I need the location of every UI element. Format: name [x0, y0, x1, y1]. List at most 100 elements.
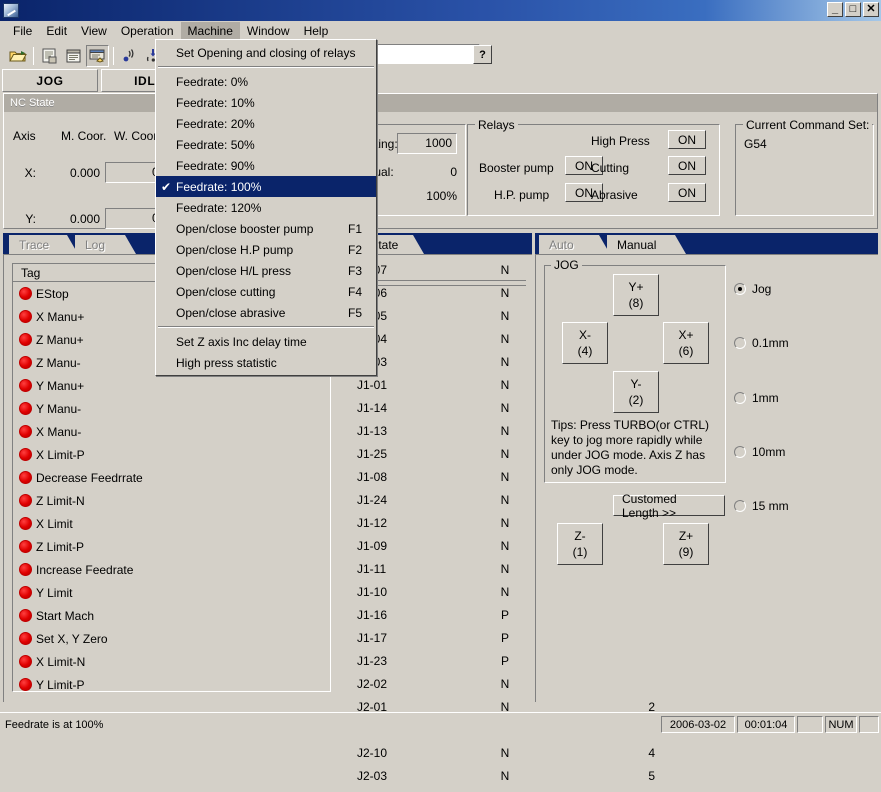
menu-item-open-close-h-p-pump[interactable]: Open/close H.P pump F2 [156, 239, 376, 260]
io-table-row[interactable]: J1-10N15 [335, 585, 655, 608]
menu-view[interactable]: View [74, 22, 114, 40]
tag-list-item[interactable]: X Limit [13, 512, 330, 535]
signal-out-icon[interactable] [118, 44, 141, 67]
io-table-row[interactable]: J2-03 N 5 [335, 769, 655, 792]
io-polarity: N [500, 424, 510, 438]
step-option-label: 0.1mm [752, 336, 789, 350]
tag-list-item[interactable]: Y Manu- [13, 397, 330, 420]
menu-item-feedrate-0[interactable]: Feedrate: 0% [156, 71, 376, 92]
step-option-10mm[interactable]: 10mm [734, 445, 785, 459]
open-folder-icon[interactable] [6, 44, 29, 67]
relay-label-cutting: Cutting [591, 161, 630, 175]
io-table-row[interactable]: J1-16P16 [335, 608, 655, 631]
tab-log[interactable]: Log [75, 235, 136, 254]
io-table-row[interactable]: J1-08N10 [335, 470, 655, 493]
io-table-row[interactable]: J1-25N9 [335, 447, 655, 470]
document-text-icon[interactable] [62, 44, 85, 67]
machine-menu-dropdown[interactable]: Set Opening and closing of relays Feedrat… [155, 39, 377, 376]
menu-item-open-close-booster-pump[interactable]: Open/close booster pump F1 [156, 218, 376, 239]
jog-axis-label: X+ [678, 328, 694, 342]
axis-label-y: Y: [25, 212, 36, 226]
jog-axis-label: Y- [630, 377, 642, 391]
menu-item-open-close-abrasive[interactable]: Open/close abrasive F5 [156, 302, 376, 323]
tag-list-item[interactable]: Increase Feedrate [13, 558, 330, 581]
menu-item-feedrate-50[interactable]: Feedrate: 50% [156, 134, 376, 155]
tag-list-item[interactable]: Z Limit-N [13, 489, 330, 512]
io-port: J1-14 [357, 401, 388, 415]
input-led-icon [19, 333, 32, 346]
io-table-row[interactable]: J2-02N1 [335, 677, 655, 700]
radio-indicator [734, 500, 746, 512]
menu-item-set-z-axis-inc-delay-time[interactable]: Set Z axis Inc delay time [156, 331, 376, 352]
tag-name: Y Manu+ [36, 378, 85, 393]
menu-item-high-press-statistic[interactable]: High press statistic [156, 352, 376, 373]
menu-help[interactable]: Help [297, 22, 336, 40]
step-option-jog[interactable]: Jog [734, 282, 771, 296]
jog-button-y-plus[interactable]: Y+ (8) [613, 274, 659, 316]
io-table-row[interactable]: J2-10 N 4 [335, 746, 655, 769]
tag-list-item[interactable]: Decrease Feedrrate [13, 466, 330, 489]
menu-item-feedrate-20[interactable]: Feedrate: 20% [156, 113, 376, 134]
relay-toggle-abrasive[interactable]: ON [668, 183, 706, 202]
menu-item-accelerator: F5 [347, 305, 362, 320]
io-table-row[interactable]: J1-23P19 [335, 654, 655, 677]
step-option-1mm[interactable]: 1mm [734, 391, 779, 405]
menu-item-open-close-cutting[interactable]: Open/close cutting F4 [156, 281, 376, 302]
customed-length-button[interactable]: Customed Length >> [613, 492, 725, 520]
document-properties-icon[interactable] [38, 44, 61, 67]
menu-operation[interactable]: Operation [114, 22, 181, 40]
menu-file[interactable]: File [6, 22, 39, 40]
tab-manual[interactable]: Manual [607, 235, 686, 254]
tab-trace[interactable]: Trace [9, 235, 78, 254]
tag-list-item[interactable]: Y Manu+ [13, 374, 330, 397]
edit-program-icon[interactable] [86, 44, 109, 67]
io-table-row[interactable]: J1-12N12 [335, 516, 655, 539]
relay-toggle-cutting[interactable]: ON [668, 156, 706, 175]
menu-edit[interactable]: Edit [39, 22, 74, 40]
step-option-0-1mm[interactable]: 0.1mm [734, 336, 789, 350]
tag-list-item[interactable]: Y Limit [13, 581, 330, 604]
jog-button-y-minus[interactable]: Y- (2) [613, 371, 659, 413]
tag-list-item[interactable]: X Limit-P [13, 443, 330, 466]
jog-button-x-minus[interactable]: X- (4) [562, 322, 608, 364]
minimize-button[interactable]: _ [827, 2, 843, 17]
relay-toggle-high-press[interactable]: ON [668, 130, 706, 149]
menu-item-feedrate-100[interactable]: ✔ Feedrate: 100% [156, 176, 376, 197]
menu-window[interactable]: Window [240, 22, 297, 40]
feed-setting-input[interactable]: 1000 [397, 133, 457, 154]
tag-list-item[interactable]: Z Limit-P [13, 535, 330, 558]
jog-button-z-minus[interactable]: Z- (1) [557, 523, 603, 565]
jog-button-x-plus[interactable]: X+ (6) [663, 322, 709, 364]
help-button[interactable]: ? [473, 45, 492, 64]
io-table-row[interactable]: J1-11N14 [335, 562, 655, 585]
io-table-row[interactable]: J1-01N6 [335, 378, 655, 401]
menu-item-set-opening-and-closing-of-relays[interactable]: Set Opening and closing of relays [156, 42, 376, 63]
mode-tab-jog[interactable]: JOG [2, 69, 98, 92]
io-port: J1-16 [357, 608, 388, 622]
io-port: J1-23 [357, 654, 388, 668]
tab-auto[interactable]: Auto [539, 235, 610, 254]
step-option-15mm[interactable]: 15 mm [734, 499, 789, 513]
close-button[interactable]: ✕ [863, 2, 879, 17]
menu-machine[interactable]: Machine [180, 22, 240, 40]
menu-item-open-close-h-l-press[interactable]: Open/close H/L press F3 [156, 260, 376, 281]
menu-item-label: Feedrate: 0% [176, 74, 249, 89]
tag-list-item[interactable]: Start Mach [13, 604, 330, 627]
tag-list-item[interactable]: Y Limit-P [13, 673, 330, 691]
tag-list-item[interactable]: Set X, Y Zero [13, 627, 330, 650]
menu-item-feedrate-90[interactable]: Feedrate: 90% [156, 155, 376, 176]
io-port: J1-10 [357, 585, 388, 599]
io-table-row[interactable]: J1-17P18 [335, 631, 655, 654]
tag-list-item[interactable]: X Limit-N [13, 650, 330, 673]
jog-axis-label: Y+ [628, 280, 644, 294]
menu-item-feedrate-120[interactable]: Feedrate: 120% [156, 197, 376, 218]
io-table-row[interactable]: J1-24N11 [335, 493, 655, 516]
io-table-row[interactable]: J1-14N7 [335, 401, 655, 424]
menu-item-feedrate-10[interactable]: Feedrate: 10% [156, 92, 376, 113]
jog-button-z-plus[interactable]: Z+ (9) [663, 523, 709, 565]
maximize-button[interactable]: □ [845, 2, 861, 17]
io-table-row[interactable]: J1-13N8 [335, 424, 655, 447]
tag-list-item[interactable]: X Manu- [13, 420, 330, 443]
io-table-row[interactable]: J1-09N13 [335, 539, 655, 562]
relay-label-abrasive: Abrasive [591, 188, 638, 202]
